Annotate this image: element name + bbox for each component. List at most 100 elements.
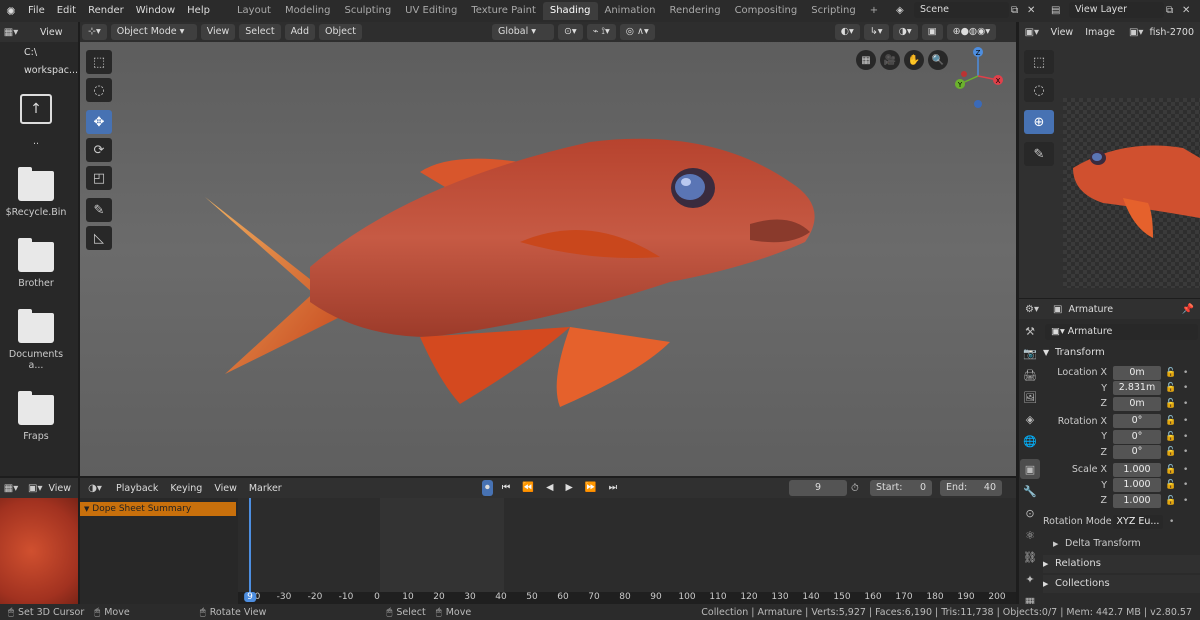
xray-icon[interactable]: ▣ <box>921 24 943 40</box>
scene-icon[interactable]: ◈ <box>896 5 912 16</box>
close-scene-icon[interactable]: ✕ <box>1027 5 1043 16</box>
timeline-menu-playback[interactable]: Playback <box>110 483 164 494</box>
properties-type-icon[interactable]: ⚙▾ <box>1019 304 1045 315</box>
stopwatch-icon[interactable]: ⏱ <box>851 483 859 494</box>
object-datablock-field[interactable]: ▣▾ Armature <box>1045 324 1198 340</box>
move-icon[interactable]: ✥ <box>86 110 112 134</box>
image-menu-image[interactable]: Image <box>1079 27 1121 38</box>
cursor-icon[interactable]: ◌ <box>86 78 112 102</box>
pin-icon[interactable]: 📌 <box>1182 304 1194 315</box>
image-cursor-icon[interactable]: ◌ <box>1024 78 1054 102</box>
tab-compositing[interactable]: Compositing <box>728 2 805 20</box>
timeline-menu-marker[interactable]: Marker <box>243 483 288 494</box>
orientation-dropdown[interactable]: Global ▾ <box>491 24 554 40</box>
timeline-menu-keying[interactable]: Keying <box>164 483 208 494</box>
lock-icon[interactable]: 🔓 <box>1165 496 1177 506</box>
measure-icon[interactable]: ◺ <box>86 226 112 250</box>
view-layer-icon[interactable]: ▤ <box>1051 5 1067 16</box>
tab-scripting[interactable]: Scripting <box>804 2 862 20</box>
keyframe-dot-icon[interactable]: • <box>1183 368 1188 378</box>
modifier-tab-icon[interactable]: 🔧 <box>1020 481 1040 501</box>
dope-sheet-summary[interactable]: ▼ Dope Sheet Summary <box>80 502 236 516</box>
lock-icon[interactable]: 🔓 <box>1165 399 1177 409</box>
pivot-icon[interactable]: ⊙▾ <box>557 24 583 40</box>
axis-gizmo[interactable]: Z X Y <box>946 44 1010 108</box>
tool-tab-icon[interactable]: ⚒ <box>1020 321 1040 341</box>
scene-tab-icon[interactable]: ◈ <box>1020 409 1040 429</box>
image-name[interactable]: fish-2700 <box>1143 27 1200 38</box>
location-y-field[interactable]: 2.831m <box>1113 381 1161 396</box>
lock-icon[interactable]: 🔓 <box>1165 383 1177 393</box>
physics-tab-icon[interactable]: ⚛ <box>1020 525 1040 545</box>
camera-icon[interactable]: 🎥 <box>880 50 900 70</box>
keyframe-dot-icon[interactable]: • <box>1183 383 1188 393</box>
lock-icon[interactable]: 🔓 <box>1165 368 1177 378</box>
annotate-icon[interactable]: ✎ <box>86 198 112 222</box>
menu-render[interactable]: Render <box>82 0 130 22</box>
transform-panel-header[interactable]: ▼ Transform <box>1043 343 1200 361</box>
file-item[interactable]: Documents a... <box>0 309 72 371</box>
render-tab-icon[interactable]: 📷 <box>1020 343 1040 363</box>
next-keyframe-icon[interactable]: ⏩ <box>582 480 600 496</box>
lock-icon[interactable]: 🔓 <box>1165 480 1177 490</box>
path-field[interactable]: C:\ <box>18 46 72 60</box>
parent-directory[interactable]: ↑ .. <box>0 94 72 147</box>
rotate-icon[interactable]: ⟳ <box>86 138 112 162</box>
view-layer-tab-icon[interactable]: 🖼 <box>1020 387 1040 407</box>
view-layer-selector[interactable]: View Layer <box>1069 2 1164 18</box>
collections-header[interactable]: ▶ Collections <box>1043 574 1200 593</box>
scale-z-field[interactable]: 1.000 <box>1113 493 1161 508</box>
fish-skin-texture[interactable] <box>0 498 78 604</box>
pan-icon[interactable]: ✋ <box>904 50 924 70</box>
tab-rendering[interactable]: Rendering <box>662 2 727 20</box>
image-sample-icon[interactable]: ⊕ <box>1024 110 1054 134</box>
rotation-x-field[interactable]: 0° <box>1113 414 1161 429</box>
tab-uv-editing[interactable]: UV Editing <box>398 2 464 20</box>
constraints-tab-icon[interactable]: ⛓ <box>1020 547 1040 567</box>
image-editor-type-icon[interactable]: ▣▾ <box>1019 27 1045 38</box>
particles-tab-icon[interactable]: ⊙ <box>1020 503 1040 523</box>
file-item[interactable]: $Recycle.Bin <box>0 167 72 218</box>
proportional-icon[interactable]: ◎ ∧▾ <box>619 24 655 40</box>
perspective-icon[interactable]: ▦ <box>856 50 876 70</box>
viewport-menu-select[interactable]: Select <box>239 24 281 40</box>
menu-file[interactable]: File <box>22 0 51 22</box>
zoom-icon[interactable]: 🔍 <box>928 50 948 70</box>
new-scene-icon[interactable]: ⧉ <box>1011 5 1027 16</box>
image-browse-icon[interactable]: ▣▾ <box>1129 27 1143 38</box>
frame-ruler[interactable]: -40-30-20-100102030405060708090100110120… <box>238 592 1016 604</box>
record-icon[interactable]: ⏺ <box>482 480 493 496</box>
editor-type-button[interactable]: ⊹▾ <box>82 24 107 40</box>
playhead-line[interactable] <box>249 498 251 592</box>
keyframe-dot-icon[interactable]: • <box>1183 399 1188 409</box>
current-frame-field[interactable]: 9 <box>789 480 847 496</box>
location-z-field[interactable]: 0m <box>1113 396 1161 411</box>
shading-modes[interactable]: ⊕●◍◉▾ <box>946 24 997 40</box>
new-view-layer-icon[interactable]: ⧉ <box>1166 5 1182 16</box>
snap-icon[interactable]: ⌁ ⟟▾ <box>586 24 616 40</box>
output-tab-icon[interactable]: 🖨 <box>1020 365 1040 385</box>
scale-y-field[interactable]: 1.000 <box>1113 478 1161 493</box>
keyframe-dot-icon[interactable]: • <box>1183 480 1188 490</box>
viewport-menu-object[interactable]: Object <box>319 24 362 40</box>
rotation-z-field[interactable]: 0° <box>1113 445 1161 460</box>
scene-selector[interactable]: Scene <box>914 2 1009 18</box>
keyframe-dot-icon[interactable]: • <box>1183 465 1188 475</box>
scale-icon[interactable]: ◰ <box>86 166 112 190</box>
play-icon[interactable]: ▶ <box>562 480 575 496</box>
select-box-icon[interactable]: ⬚ <box>86 50 112 74</box>
tab-sculpting[interactable]: Sculpting <box>337 2 398 20</box>
menu-edit[interactable]: Edit <box>51 0 82 22</box>
3d-viewport[interactable]: ⊹▾ Object Mode ▾ View Select Add Object Glo… <box>80 22 1016 476</box>
fish-model[interactable] <box>190 112 840 412</box>
image-select-icon[interactable]: ⬚ <box>1024 50 1054 74</box>
keyframe-dot-icon[interactable]: • <box>1183 496 1188 506</box>
relations-header[interactable]: ▶ Relations <box>1043 554 1200 573</box>
keyframe-dot-icon[interactable]: • <box>1183 416 1188 426</box>
tab-shading[interactable]: Shading <box>542 2 598 20</box>
timeline-type-icon[interactable]: ◑▾ <box>80 483 110 494</box>
object-tab-icon[interactable]: ▣ <box>1020 459 1040 479</box>
tab-animation[interactable]: Animation <box>598 2 663 20</box>
lock-icon[interactable]: 🔓 <box>1165 432 1177 442</box>
viewport-menu-add[interactable]: Add <box>284 24 315 40</box>
